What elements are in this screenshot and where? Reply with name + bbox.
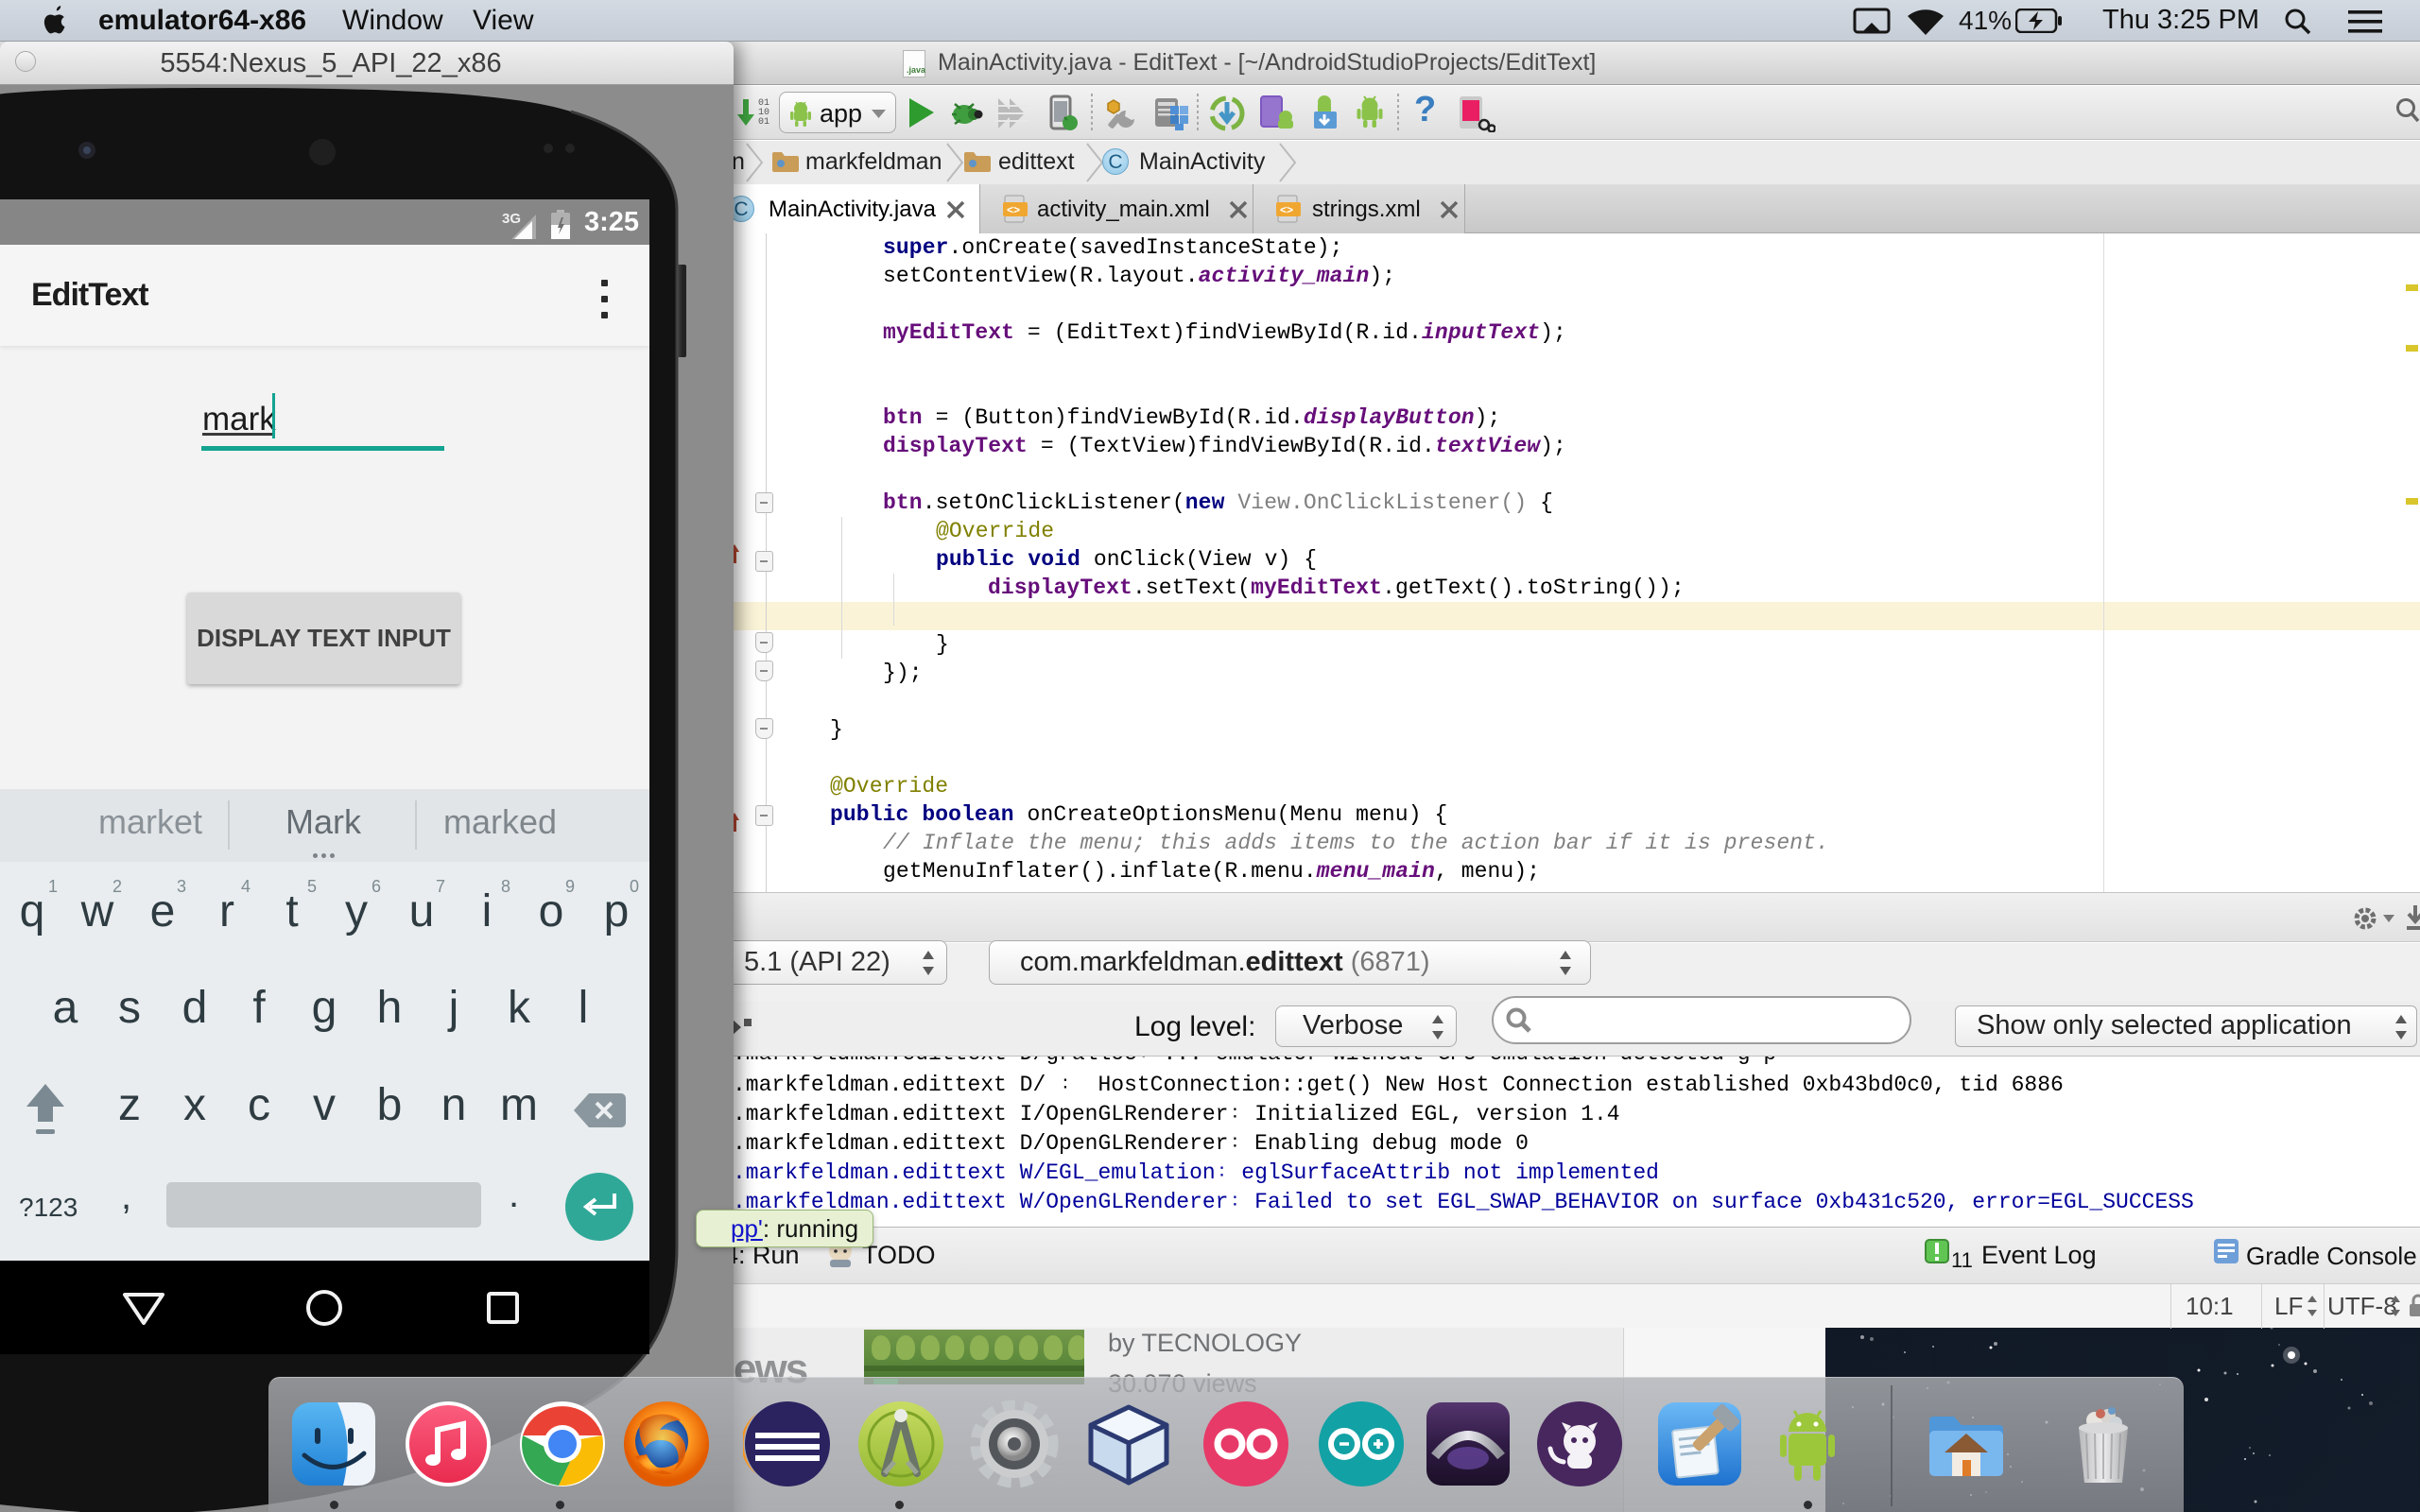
svg-text:<>: <> [1280, 203, 1293, 216]
svg-text:<>: <> [1007, 203, 1020, 216]
svg-text:01: 01 [758, 117, 769, 128]
